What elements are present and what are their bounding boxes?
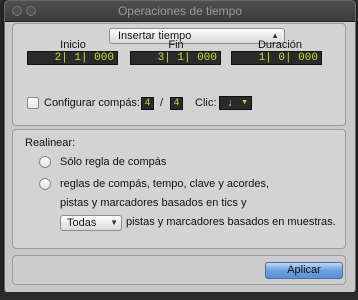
meter-separator: / (160, 97, 164, 109)
realign-bar-ruler-label: Sólo regla de compás (60, 156, 167, 168)
chevron-down-icon: ▼ (110, 218, 118, 227)
click-label: Clic: (195, 97, 217, 109)
window-title: Operaciones de tiempo (117, 4, 243, 18)
chevron-down-icon: ▼ (241, 99, 248, 106)
realign-bar-ruler-radio[interactable] (39, 156, 51, 168)
quarter-note-icon: ♩ (228, 97, 239, 109)
configure-meter-label: Configurar compás: (44, 97, 140, 109)
realign-all-radio[interactable] (39, 178, 51, 190)
tracks-scope-value: Todas (67, 217, 97, 229)
dialog-window: Operaciones de tiempo Insertar tiempo ▲ … (4, 0, 356, 294)
duration-field[interactable]: 1| 0| 000 (231, 51, 322, 65)
click-note-dropdown[interactable]: ♩ ▼ (219, 96, 252, 110)
start-label: Inicio (60, 39, 86, 51)
configure-meter-checkbox[interactable] (27, 97, 39, 109)
realign-all-label-line2: pistas y marcadores basados en tics y (60, 197, 247, 209)
duration-label: Duración (257, 39, 303, 51)
start-field[interactable]: 2| 1| 000 (27, 51, 118, 65)
meter-denominator-field[interactable]: 4 (170, 97, 183, 110)
background (0, 292, 358, 300)
end-label: Fin (168, 39, 184, 51)
apply-button[interactable]: Aplicar (265, 262, 343, 279)
title-bar[interactable]: Operaciones de tiempo (5, 1, 355, 22)
meter-numerator-field[interactable]: 4 (141, 97, 154, 110)
end-field[interactable]: 3| 1| 000 (130, 51, 221, 65)
realign-all-label-line1: reglas de compás, tempo, clave y acordes… (60, 178, 270, 190)
realign-all-label-line3: pistas y marcadores basados en muestras. (126, 216, 336, 228)
realign-heading: Realinear: (25, 137, 76, 149)
tracks-scope-dropdown[interactable]: Todas ▼ (60, 215, 122, 231)
